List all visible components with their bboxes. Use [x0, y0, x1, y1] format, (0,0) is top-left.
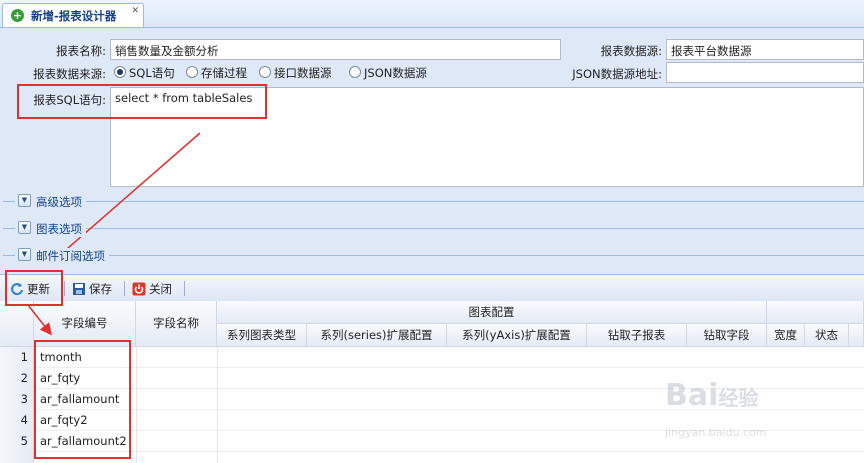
section-title: 图表选项	[36, 221, 86, 237]
section-title: 高级选项	[36, 194, 86, 210]
annotation-arrows	[27, 132, 201, 336]
section-title: 邮件订阅选项	[36, 248, 109, 264]
